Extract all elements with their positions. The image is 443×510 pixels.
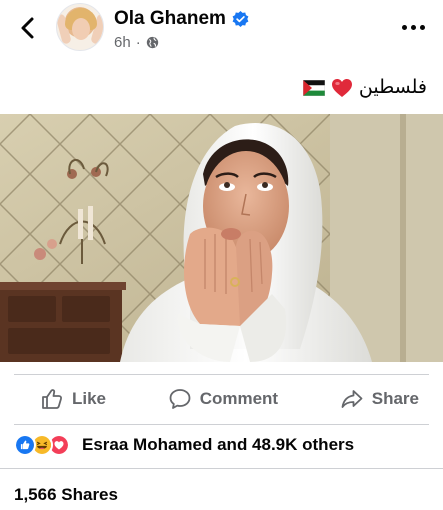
- post-header: Ola Ghanem 6h ·: [0, 0, 443, 60]
- meta-separator: ·: [135, 34, 141, 51]
- share-label: Share: [371, 388, 419, 408]
- reaction-icons: [14, 434, 74, 456]
- thumbs-up-icon: [42, 388, 63, 409]
- comment-label: Comment: [199, 388, 279, 408]
- back-button[interactable]: [14, 14, 42, 42]
- verified-badge-icon: [232, 10, 249, 27]
- photo-illustration: [0, 114, 443, 362]
- caption-text: فلسطين: [358, 77, 427, 98]
- share-icon: [341, 389, 363, 408]
- author-avatar[interactable]: [56, 3, 104, 51]
- post-time[interactable]: 6h: [114, 34, 131, 51]
- like-reaction-icon: [14, 434, 36, 456]
- share-button[interactable]: Share: [340, 379, 419, 419]
- post-actions-bar: Like Comment Share: [14, 374, 429, 422]
- comment-button[interactable]: Comment: [168, 379, 278, 419]
- globe-icon: [146, 36, 158, 49]
- post-caption: فلسطين: [302, 76, 427, 99]
- red-heart-icon: [331, 78, 352, 97]
- divider: [14, 424, 429, 425]
- shares-count[interactable]: 1,566 Shares: [14, 485, 118, 505]
- comment-icon: [169, 388, 191, 409]
- author-name[interactable]: Ola Ghanem: [114, 8, 226, 30]
- like-button[interactable]: Like: [40, 379, 106, 419]
- more-horizontal-icon: [401, 24, 407, 30]
- more-options-button[interactable]: [396, 14, 430, 40]
- reactions-summary[interactable]: Esraa Mohamed and 48.9K others: [14, 434, 354, 456]
- divider: [0, 468, 443, 469]
- chevron-left-icon: [21, 17, 34, 39]
- palestine-flag-icon: [302, 79, 325, 96]
- post-photo[interactable]: [0, 114, 443, 362]
- reactions-text: Esraa Mohamed and 48.9K others: [82, 435, 355, 454]
- like-label: Like: [72, 388, 107, 408]
